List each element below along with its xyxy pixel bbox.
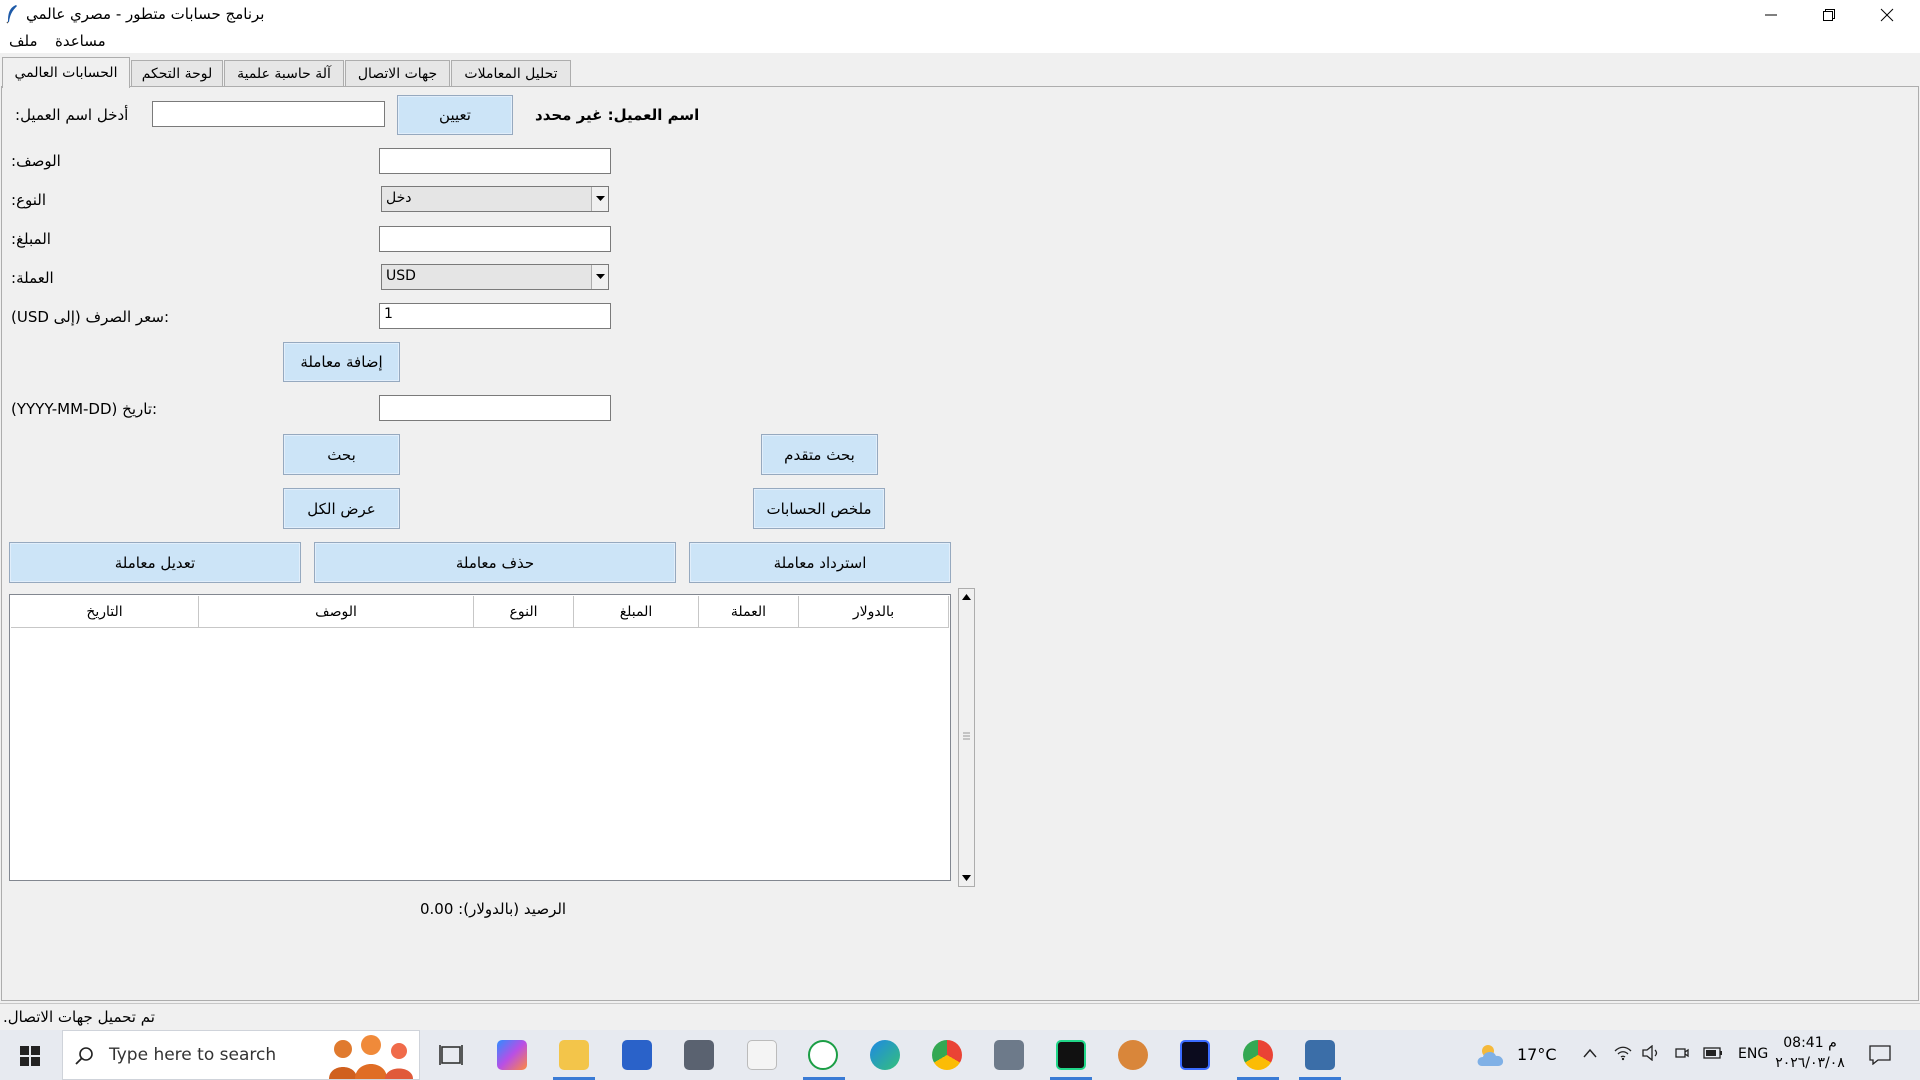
calculator-icon[interactable] bbox=[994, 1040, 1024, 1070]
close-icon bbox=[1880, 8, 1894, 21]
status-bar: .تم تحميل جهات الاتصال bbox=[0, 1003, 1920, 1030]
delete-transaction-button[interactable]: حذف معاملة bbox=[314, 542, 676, 583]
weather-cloudy-icon[interactable] bbox=[1476, 1042, 1508, 1068]
amount-input[interactable] bbox=[379, 226, 611, 252]
taskbar: Type here to search 17°C ENG 08:41 م ٢٠٢… bbox=[0, 1030, 1920, 1080]
restore-button[interactable] bbox=[1800, 0, 1858, 29]
column-header-type[interactable]: النوع bbox=[474, 596, 574, 628]
game-icon[interactable] bbox=[1118, 1040, 1148, 1070]
chevron-down-icon[interactable] bbox=[591, 187, 608, 211]
close-button[interactable] bbox=[1858, 0, 1916, 29]
search-placeholder: Type here to search bbox=[109, 1045, 277, 1065]
date-input[interactable] bbox=[379, 395, 611, 421]
type-select[interactable]: دخل bbox=[381, 186, 609, 212]
edge-icon[interactable] bbox=[870, 1040, 900, 1070]
wifi-icon[interactable] bbox=[1614, 1045, 1632, 1061]
currency-select-value: USD bbox=[386, 268, 416, 284]
transactions-table[interactable]: التاريخ الوصف النوع المبلغ العملة بالدول… bbox=[9, 594, 951, 881]
language-indicator[interactable]: ENG bbox=[1738, 1046, 1768, 1062]
whatsapp-icon[interactable] bbox=[808, 1040, 838, 1070]
tab-scientific-calculator[interactable]: آلة حاسبة علمية bbox=[224, 60, 344, 87]
client-name-label: :أدخل اسم العميل bbox=[15, 106, 129, 124]
column-header-currency[interactable]: العملة bbox=[699, 596, 799, 628]
exchange-rate-label: (USD إلى) سعر الصرف: bbox=[11, 308, 170, 326]
store-icon[interactable] bbox=[622, 1040, 652, 1070]
menu-file[interactable]: ملف bbox=[9, 32, 38, 50]
table-vertical-scrollbar[interactable] bbox=[958, 588, 975, 887]
advanced-search-button[interactable]: بحث متقدم bbox=[761, 434, 878, 475]
chevron-up-icon[interactable] bbox=[1583, 1048, 1597, 1058]
scroll-down-icon[interactable] bbox=[962, 875, 971, 881]
description-label: :الوصف bbox=[11, 152, 61, 170]
restore-icon bbox=[1823, 8, 1835, 21]
feather-app-icon bbox=[6, 5, 17, 24]
title-bar: برنامج حسابات متطور - مصري عالمي bbox=[0, 0, 1920, 29]
amount-label: :المبلغ bbox=[11, 230, 51, 248]
accounts-summary-button[interactable]: ملخص الحسابات bbox=[753, 488, 885, 529]
pycharm-icon[interactable] bbox=[1056, 1040, 1086, 1070]
currency-label: :العملة bbox=[11, 269, 54, 287]
chevron-down-icon[interactable] bbox=[591, 265, 608, 289]
column-header-date[interactable]: التاريخ bbox=[11, 596, 199, 628]
type-select-value: دخل bbox=[386, 190, 412, 206]
restore-transaction-button[interactable]: استرداد معاملة bbox=[689, 542, 951, 583]
column-header-amount[interactable]: المبلغ bbox=[574, 596, 699, 628]
file-explorer-icon[interactable] bbox=[559, 1040, 589, 1070]
tab-global-accounts[interactable]: الحسابات العالمي bbox=[2, 57, 130, 88]
windows-start-icon[interactable] bbox=[20, 1046, 40, 1066]
search-button[interactable]: بحث bbox=[283, 434, 400, 475]
exchange-rate-input[interactable]: 1 bbox=[379, 303, 611, 329]
minimize-icon bbox=[1765, 14, 1777, 15]
weather-temperature[interactable]: 17°C bbox=[1517, 1045, 1557, 1064]
balance-label: الرصيد (بالدولار): 0.00 bbox=[420, 900, 567, 918]
intellij-icon[interactable] bbox=[1180, 1040, 1210, 1070]
clock-time[interactable]: 08:41 م bbox=[1778, 1035, 1842, 1051]
clock-date[interactable]: ٢٠٢٦/٠٣/٠٨ bbox=[1772, 1055, 1848, 1071]
python-app-icon[interactable] bbox=[1305, 1040, 1335, 1070]
client-status-label: اسم العميل: غير محدد bbox=[535, 106, 700, 124]
tab-contacts[interactable]: جهات الاتصال bbox=[345, 60, 450, 87]
window-title: برنامج حسابات متطور - مصري عالمي bbox=[26, 5, 265, 23]
notepad-icon[interactable] bbox=[747, 1040, 777, 1070]
menu-bar: ملف مساعدة bbox=[0, 29, 1920, 53]
battery-icon[interactable] bbox=[1703, 1046, 1723, 1060]
date-label: (YYYY-MM-DD) تاريخ: bbox=[11, 400, 158, 418]
menu-help[interactable]: مساعدة bbox=[55, 32, 106, 50]
tab-transaction-analysis[interactable]: تحليل المعاملات bbox=[451, 60, 571, 87]
camera-icon[interactable] bbox=[684, 1040, 714, 1070]
assign-button[interactable]: تعيين bbox=[397, 95, 513, 135]
edit-transaction-button[interactable]: تعديل معاملة bbox=[9, 542, 301, 583]
tab-dashboard[interactable]: لوحة التحكم bbox=[131, 60, 223, 87]
column-header-usd[interactable]: بالدولار bbox=[799, 596, 949, 628]
chrome-icon[interactable] bbox=[932, 1040, 962, 1070]
minimize-button[interactable] bbox=[1742, 0, 1800, 29]
add-transaction-button[interactable]: إضافة معاملة bbox=[283, 342, 400, 382]
scroll-grip-icon bbox=[963, 732, 970, 740]
description-input[interactable] bbox=[379, 148, 611, 174]
column-header-description[interactable]: الوصف bbox=[199, 596, 474, 628]
type-label: :النوع bbox=[11, 191, 47, 209]
show-all-button[interactable]: عرض الكل bbox=[283, 488, 400, 529]
chrome-profile-icon[interactable] bbox=[1243, 1040, 1273, 1070]
people-illustration-icon bbox=[329, 1035, 413, 1079]
taskview-icon[interactable] bbox=[436, 1040, 466, 1070]
client-name-input[interactable] bbox=[152, 101, 385, 127]
volume-icon[interactable] bbox=[1642, 1045, 1660, 1061]
scroll-up-icon[interactable] bbox=[962, 594, 971, 600]
notifications-icon[interactable] bbox=[1869, 1045, 1891, 1065]
copilot-icon[interactable] bbox=[497, 1040, 527, 1070]
meet-icon[interactable] bbox=[1675, 1045, 1689, 1061]
status-text: .تم تحميل جهات الاتصال bbox=[3, 1008, 155, 1026]
search-icon bbox=[75, 1047, 93, 1065]
currency-select[interactable]: USD bbox=[381, 264, 609, 290]
taskbar-search-box[interactable]: Type here to search bbox=[62, 1030, 420, 1080]
